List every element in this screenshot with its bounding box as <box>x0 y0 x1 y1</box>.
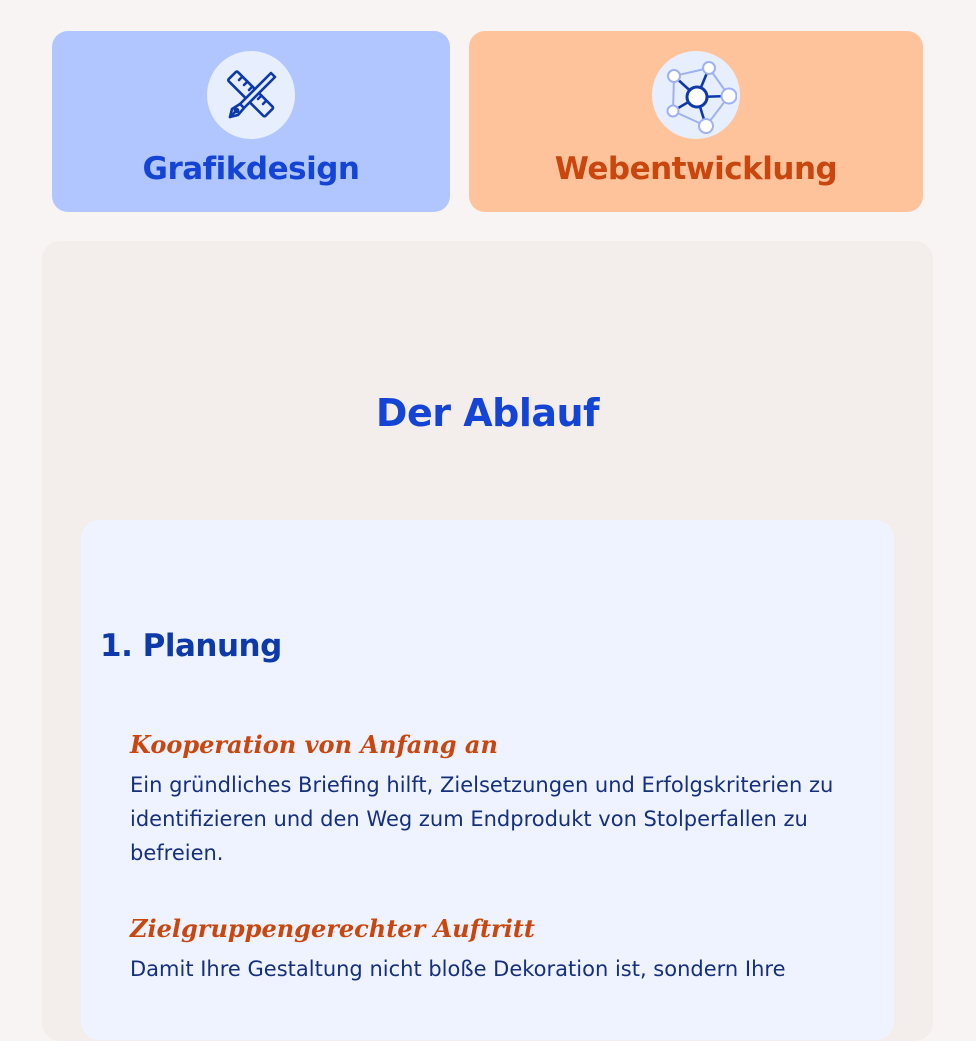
step-item-title: Kooperation von Anfang an <box>130 730 498 759</box>
step-item-title: Zielgruppengerechter Auftritt <box>130 914 535 943</box>
pen-ruler-icon <box>207 51 295 139</box>
card-title: Grafikdesign <box>142 151 360 187</box>
process-title: Der Ablauf <box>375 391 600 435</box>
card-title: Webentwicklung <box>554 151 838 187</box>
process-section: Der Ablauf 1. Planung Kooperation von An… <box>42 241 933 1041</box>
step-item-text: Ein gründliches Briefing hilft, Zielsetz… <box>130 773 834 865</box>
service-card-grafikdesign[interactable]: Grafikdesign <box>52 31 450 212</box>
step-card-planung: 1. Planung Kooperation von Anfang an Ein… <box>81 520 894 1040</box>
step-heading: 1. Planung <box>100 628 282 664</box>
step-item: Zielgruppengerechter Auftritt Damit Ihre… <box>130 914 874 986</box>
service-card-webentwicklung[interactable]: Webentwicklung <box>469 31 923 212</box>
step-item: Kooperation von Anfang an Ein gründliche… <box>130 730 874 870</box>
step-item-text: Damit Ihre Gestaltung nicht bloße Dekora… <box>130 957 786 981</box>
network-nodes-icon <box>652 51 740 139</box>
